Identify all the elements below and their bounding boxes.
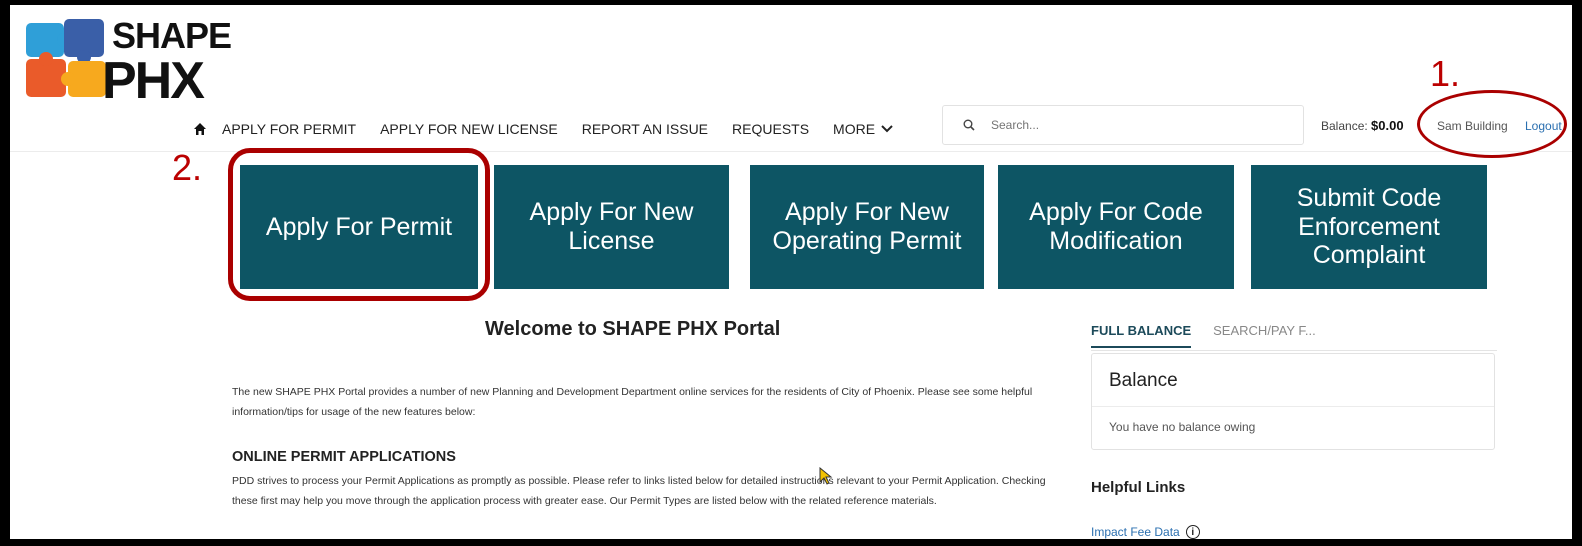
nav-apply-for-permit[interactable]: APPLY FOR PERMIT <box>222 121 356 137</box>
section-heading: ONLINE PERMIT APPLICATIONS <box>232 449 456 465</box>
main-nav: APPLY FOR PERMIT APPLY FOR NEW LICENSE R… <box>190 115 917 143</box>
annotation-ellipse <box>1417 90 1567 158</box>
portal-page: SHAPE PHX APPLY FOR PERMIT APPLY FOR NEW… <box>10 5 1572 539</box>
nav-more-menu[interactable]: MORE <box>833 121 893 137</box>
balance-value: $0.00 <box>1371 118 1404 133</box>
tile-apply-for-new-operating-permit[interactable]: Apply For New Operating Permit <box>750 165 984 289</box>
balance-card: Balance You have no balance owing <box>1091 353 1495 450</box>
annotation-number-1: 1. <box>1430 53 1461 94</box>
nav-apply-for-new-license[interactable]: APPLY FOR NEW LICENSE <box>380 121 558 137</box>
card-divider <box>1092 406 1494 407</box>
header-balance: Balance: $0.00 <box>1321 118 1404 133</box>
puzzle-logo-icon <box>26 19 106 97</box>
nav-report-an-issue[interactable]: REPORT AN ISSUE <box>582 121 708 137</box>
balance-card-text: You have no balance owing <box>1109 420 1256 434</box>
tile-apply-for-code-modification[interactable]: Apply For Code Modification <box>998 165 1234 289</box>
tile-apply-for-new-license[interactable]: Apply For New License <box>494 165 729 289</box>
welcome-title: Welcome to SHAPE PHX Portal <box>485 318 781 340</box>
balance-tabs: FULL BALANCE SEARCH/PAY F... <box>1091 323 1316 348</box>
annotation-highlight-box <box>228 148 490 301</box>
tabs-divider <box>1091 350 1497 351</box>
impact-fee-data-label: Impact Fee Data <box>1091 525 1180 539</box>
nav-requests[interactable]: REQUESTS <box>732 121 809 137</box>
section-body: PDD strives to process your Permit Appli… <box>232 475 1046 507</box>
home-icon[interactable] <box>190 119 210 139</box>
helpful-links-heading: Helpful Links <box>1091 479 1186 496</box>
annotation-number-2: 2. <box>172 147 203 188</box>
nav-more-label: MORE <box>833 121 876 137</box>
balance-card-title: Balance <box>1109 370 1178 391</box>
search-input[interactable] <box>989 117 1273 133</box>
mouse-cursor-icon <box>819 467 833 485</box>
info-icon[interactable]: i <box>1185 525 1200 539</box>
tab-search-pay[interactable]: SEARCH/PAY F... <box>1213 323 1316 348</box>
logo-text-phx: PHX <box>102 52 205 110</box>
search-box[interactable] <box>942 105 1304 145</box>
impact-fee-data-link[interactable]: Impact Fee Data i <box>1091 525 1200 539</box>
shape-phx-logo[interactable]: SHAPE PHX <box>20 13 235 110</box>
tile-submit-code-enforcement-complaint[interactable]: Submit Code Enforcement Complaint <box>1251 165 1487 289</box>
search-icon <box>963 119 975 131</box>
welcome-intro: The new SHAPE PHX Portal provides a numb… <box>232 386 1033 418</box>
chevron-down-icon <box>881 125 893 133</box>
tab-full-balance[interactable]: FULL BALANCE <box>1091 323 1192 348</box>
balance-label: Balance: <box>1321 119 1368 133</box>
